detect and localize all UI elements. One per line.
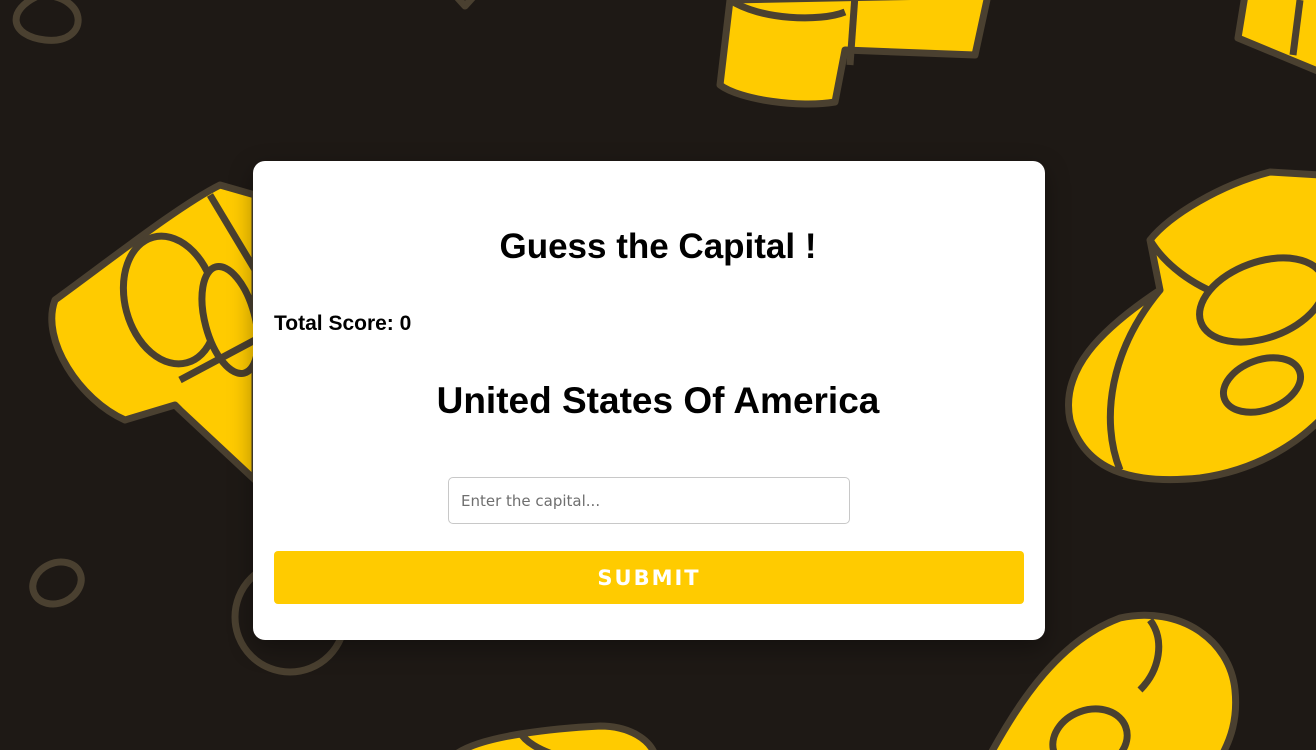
tape-roll-right-icon <box>1065 168 1316 484</box>
capital-input[interactable] <box>448 477 850 524</box>
game-title: Guess the Capital ! <box>499 227 817 266</box>
tape-roll-top-icon <box>716 0 991 108</box>
total-score: Total Score: 0 <box>274 312 412 335</box>
country-name: United States Of America <box>436 380 880 421</box>
tape-roll-corner-icon <box>1234 0 1316 75</box>
submit-button[interactable]: SUBMIT <box>274 551 1024 604</box>
tape-roll-bottom-icon <box>456 722 657 750</box>
